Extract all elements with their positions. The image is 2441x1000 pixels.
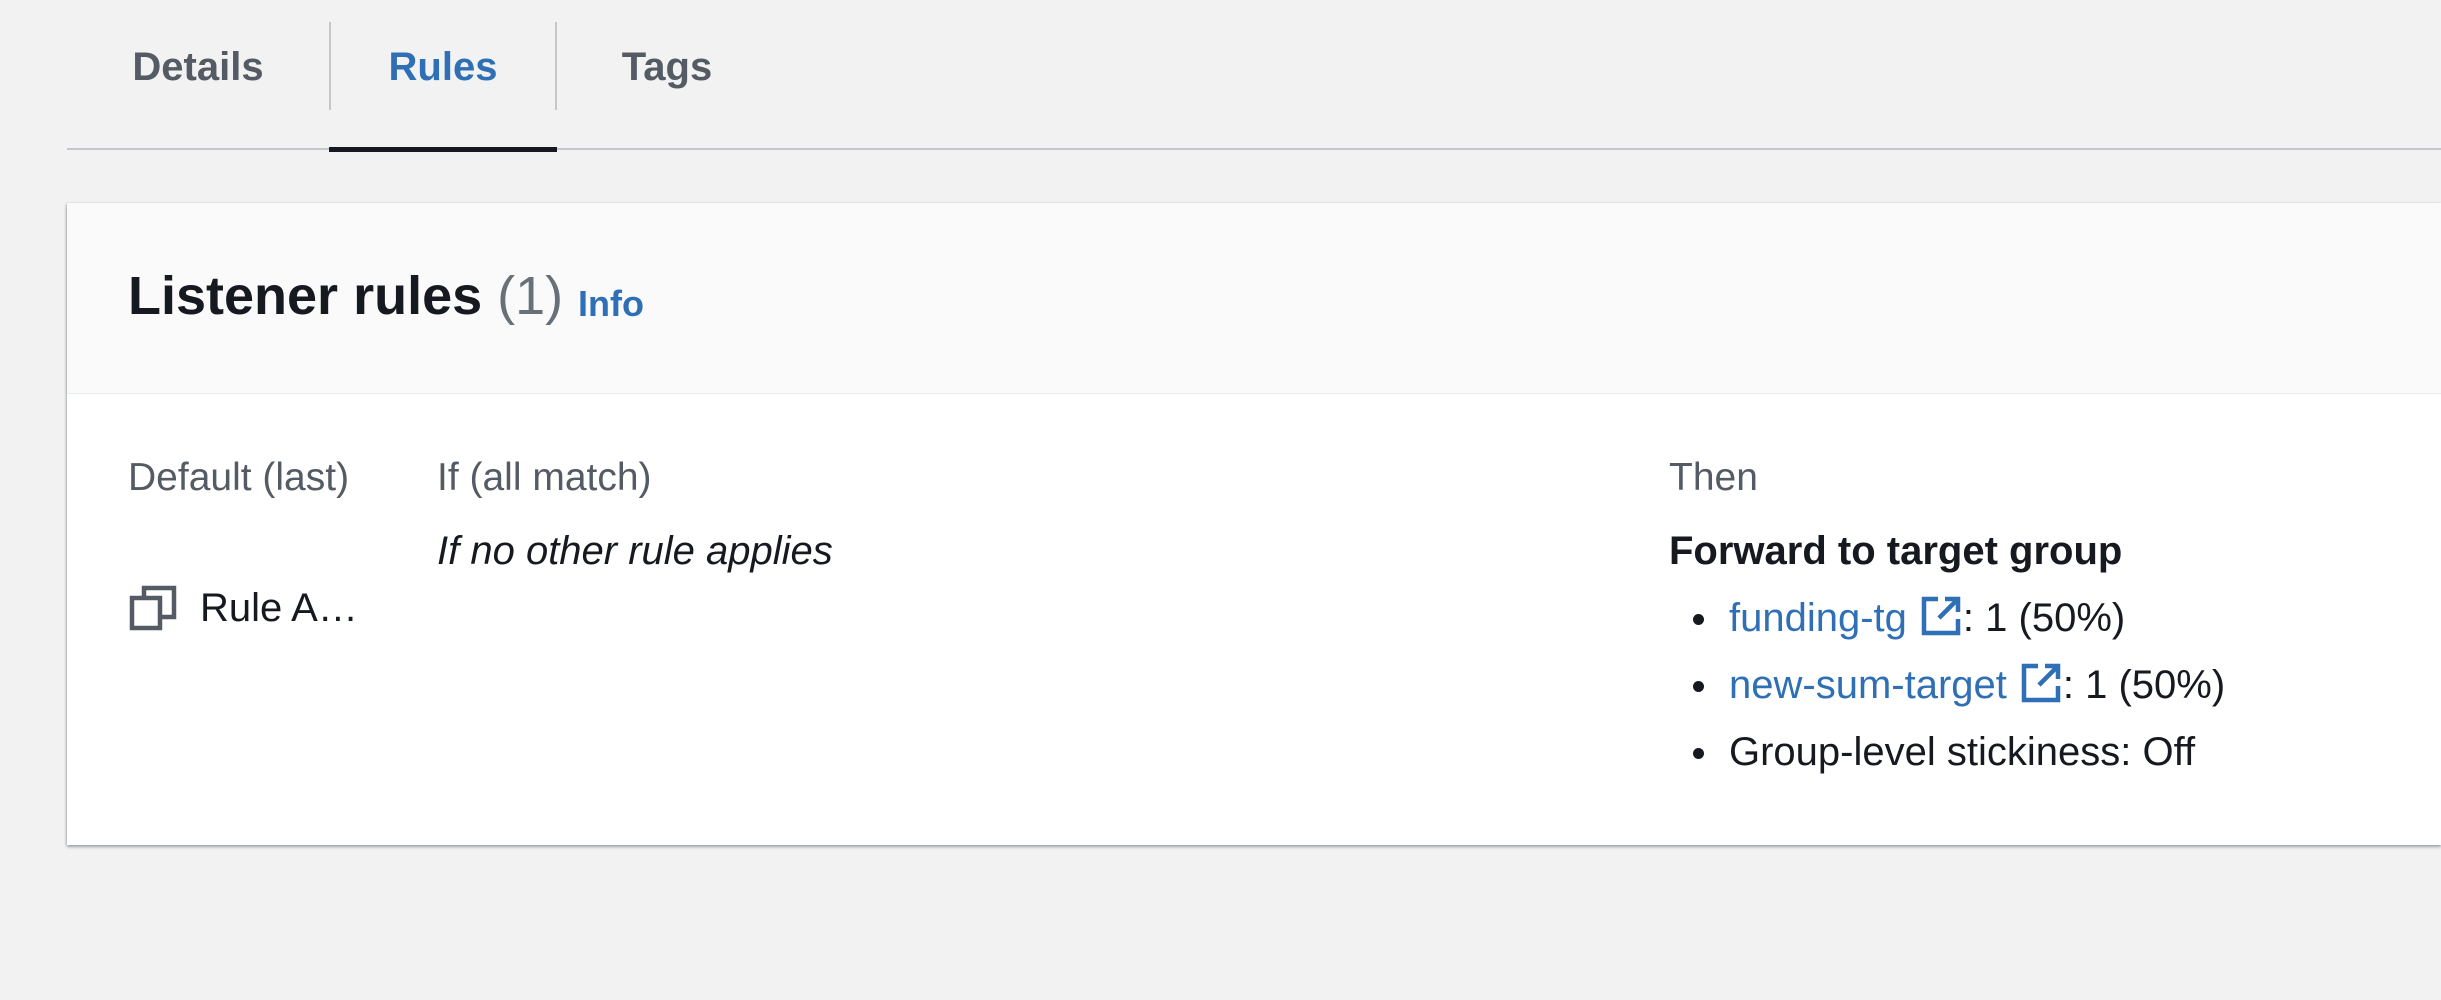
- rule-priority: Default (last): [128, 456, 350, 499]
- listener-rules-title: Listener rules: [128, 266, 483, 326]
- tab-details-label: Details: [132, 44, 264, 89]
- action-title: Forward to target group: [1669, 529, 2123, 573]
- tab-details[interactable]: Details: [67, 0, 329, 150]
- external-link-icon: [2021, 663, 2061, 703]
- tab-tags-label: Tags: [621, 44, 713, 89]
- stickiness-status: Group-level stickiness: Off: [1729, 730, 2196, 774]
- target-group-list: funding-tg : 1 (50%) new-sum-target : 1 …: [1669, 585, 2225, 786]
- tab-rules[interactable]: Rules: [329, 0, 557, 152]
- copy-icon: [129, 585, 177, 631]
- info-link[interactable]: Info: [578, 283, 644, 325]
- rule-arn-label: Rule A…: [200, 585, 358, 630]
- listener-rules-heading: Listener rules (1): [128, 265, 563, 327]
- tab-rules-label: Rules: [388, 44, 498, 89]
- list-item: funding-tg : 1 (50%): [1669, 585, 2225, 652]
- target-weight: : 1 (50%): [2062, 663, 2226, 707]
- container-header: Listener rules (1) Info: [67, 203, 2441, 394]
- list-item: new-sum-target : 1 (50%): [1669, 652, 2225, 719]
- tab-bar: Details Rules Tags: [67, 0, 2441, 152]
- condition-header: If (all match): [437, 456, 652, 499]
- target-group-link-funding-tg[interactable]: funding-tg: [1729, 596, 1963, 640]
- page: Details Rules Tags Listener rules (1) In…: [0, 0, 2441, 1000]
- target-weight: : 1 (50%): [1962, 596, 2126, 640]
- copy-rule-arn-button[interactable]: Rule A…: [128, 583, 358, 633]
- tab-tags[interactable]: Tags: [557, 0, 777, 150]
- condition-text: If no other rule applies: [437, 529, 833, 573]
- list-item: Group-level stickiness: Off: [1669, 719, 2225, 786]
- listener-rules-container: Listener rules (1) Info Default (last) R…: [67, 203, 2441, 845]
- external-link-icon: [1921, 596, 1961, 636]
- listener-rules-count: (1): [497, 266, 564, 326]
- target-group-link-new-sum-target[interactable]: new-sum-target: [1729, 663, 2063, 707]
- then-header: Then: [1669, 456, 1758, 499]
